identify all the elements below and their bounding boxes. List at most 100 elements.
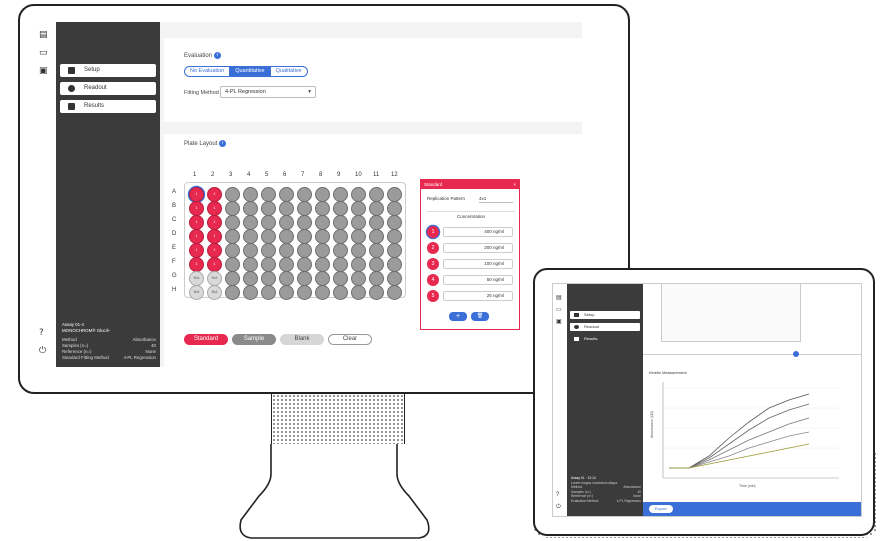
plate-well[interactable] [315,229,330,244]
folder-icon[interactable]: ▭ [556,306,562,313]
plate-well[interactable] [387,229,402,244]
plate-column-label[interactable]: 10 [355,172,362,178]
plate-row-label[interactable]: F [172,259,176,265]
plate-well[interactable] [225,201,240,216]
folder-icon[interactable]: ▭ [39,48,49,58]
standard-button[interactable]: Standard [184,334,228,345]
plate-well[interactable] [297,215,312,230]
plate-well[interactable] [243,187,258,202]
plate-well[interactable] [225,257,240,272]
sample-button[interactable]: Sample [232,334,276,345]
plate-column-label[interactable]: 3 [229,172,232,178]
plate-well[interactable] [333,285,348,300]
plate-well[interactable] [351,257,366,272]
plate-well[interactable] [369,285,384,300]
plate-well[interactable] [351,271,366,286]
plate-well[interactable] [297,285,312,300]
plate-well[interactable] [243,215,258,230]
concentration-input[interactable]: 25 ng/ml [443,291,513,301]
file-icon[interactable]: ▤ [39,30,49,40]
plate-well[interactable] [387,215,402,230]
plate-well[interactable] [369,271,384,286]
plate-well[interactable] [279,215,294,230]
plate-well[interactable] [225,271,240,286]
plate-well[interactable] [351,285,366,300]
plate-column-label[interactable]: 6 [283,172,286,178]
blank-button[interactable]: Blank [280,334,324,345]
tablet-nav-results[interactable]: Results [570,335,640,343]
plate-well[interactable]: N/A [189,271,204,286]
plate-column-label[interactable]: 4 [247,172,250,178]
plate-well[interactable]: 1 [189,201,204,216]
plate-well[interactable] [369,187,384,202]
plate-well[interactable] [297,271,312,286]
plate-well[interactable] [261,285,276,300]
plate-well[interactable] [243,201,258,216]
plate-well[interactable] [315,215,330,230]
plate-column-label[interactable]: 12 [391,172,398,178]
plate-column-label[interactable]: 9 [337,172,340,178]
plate-column-label[interactable]: 5 [265,172,268,178]
plate-well[interactable] [243,257,258,272]
tablet-slider-track[interactable] [643,354,861,355]
option-no-evaluation[interactable]: No Evaluation [185,67,231,76]
plate-well[interactable] [351,187,366,202]
plate-well[interactable] [279,285,294,300]
plate-well[interactable]: 1 [189,215,204,230]
plate-well[interactable] [333,243,348,258]
plate-well[interactable] [387,243,402,258]
plate-well[interactable] [243,271,258,286]
plate-well[interactable] [315,271,330,286]
plate-well[interactable] [387,257,402,272]
plate-column-label[interactable]: 7 [301,172,304,178]
plate-well[interactable] [261,257,276,272]
plate-well[interactable]: 1 [189,257,204,272]
plate-column-label[interactable]: 11 [373,172,379,178]
plate-well[interactable] [369,257,384,272]
standard-index[interactable]: 1 [427,226,439,238]
plate-well[interactable] [387,285,402,300]
plate-well[interactable] [315,201,330,216]
plate-well[interactable] [225,229,240,244]
option-quantitative[interactable]: Quantitative [230,67,271,76]
plate-well[interactable] [279,229,294,244]
plate-row-label[interactable]: B [172,203,176,209]
plate-well[interactable]: 1 [207,257,222,272]
plate-row-label[interactable]: A [172,189,176,195]
plate-well[interactable] [261,187,276,202]
plate-well[interactable] [279,187,294,202]
delete-standard-button[interactable]: 🗑 [471,312,489,321]
plate-well[interactable] [279,257,294,272]
nav-readout[interactable]: Readout [60,82,156,95]
plate-well[interactable] [333,271,348,286]
power-icon[interactable]: ⏻ [556,504,561,511]
plate-row-label[interactable]: C [172,217,176,223]
plate-well[interactable] [351,215,366,230]
plate-well[interactable] [243,243,258,258]
plate-well[interactable] [369,243,384,258]
plate-well[interactable] [387,271,402,286]
plate-well[interactable] [333,187,348,202]
concentration-input[interactable]: 200 ng/ml [443,243,513,253]
close-icon[interactable]: × [513,180,516,189]
plate-well[interactable] [315,285,330,300]
plate-well[interactable] [351,229,366,244]
plate-well[interactable] [261,201,276,216]
info-icon[interactable]: i [213,52,221,59]
replication-select[interactable]: 4x1 [479,194,513,203]
plate-well[interactable] [279,201,294,216]
plate-well[interactable] [297,243,312,258]
standard-index[interactable]: 3 [427,258,439,270]
plate-well[interactable] [261,229,276,244]
plate-well[interactable] [243,229,258,244]
plate-well[interactable] [315,187,330,202]
file-icon[interactable]: ▤ [556,294,562,301]
plate-well[interactable]: N/A [189,285,204,300]
plate-well[interactable] [297,187,312,202]
save-icon[interactable]: ▣ [556,318,562,325]
concentration-input[interactable]: 100 ng/ml [443,259,513,269]
help-icon[interactable]: ? [556,492,559,498]
plate-well[interactable] [333,215,348,230]
power-icon[interactable]: ⏻ [39,346,49,356]
plate-well[interactable]: 1 [207,229,222,244]
